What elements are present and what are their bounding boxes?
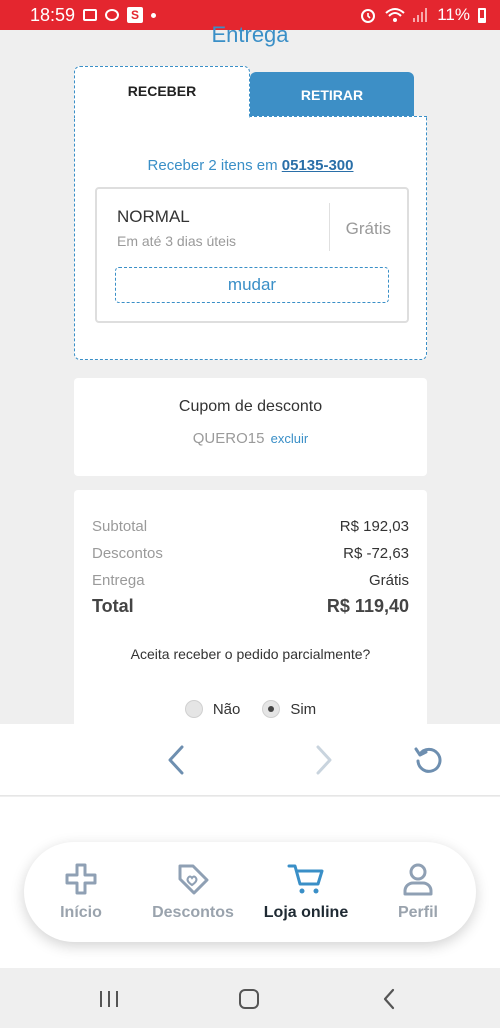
total-label: Total bbox=[92, 596, 134, 616]
summary-label: Entrega bbox=[92, 572, 145, 589]
delivery-tab-panel: Receber 2 itens em 05135-300 NORMAL Em a… bbox=[74, 116, 427, 360]
order-summary-card: Subtotal R$ 192,03 Descontos R$ -72,63 E… bbox=[74, 490, 427, 724]
forward-button[interactable] bbox=[306, 742, 342, 778]
summary-value: R$ 192,03 bbox=[339, 518, 409, 535]
coupon-card: Cupom de desconto QUERO15 excluir bbox=[74, 378, 427, 476]
nav-perfil[interactable]: Perfil bbox=[363, 862, 473, 922]
nav-label: Início bbox=[60, 904, 102, 921]
tag-heart-icon bbox=[178, 864, 209, 895]
summary-row-discounts: Descontos R$ -72,63 bbox=[92, 545, 409, 562]
shipping-option-price: Grátis bbox=[345, 219, 391, 238]
shipping-option-divider bbox=[329, 203, 330, 251]
nav-inicio[interactable]: Início bbox=[26, 862, 136, 922]
nav-loja-online[interactable]: Loja online bbox=[251, 862, 361, 922]
recent-apps-icon bbox=[100, 991, 118, 1007]
wifi-icon bbox=[385, 8, 405, 22]
system-back-icon bbox=[383, 988, 395, 1010]
summary-value: Grátis bbox=[368, 572, 409, 589]
summary-value: R$ -72,63 bbox=[343, 545, 409, 562]
chevron-right-icon bbox=[316, 745, 332, 775]
nav-descontos[interactable]: Descontos bbox=[138, 862, 248, 922]
nav-label: Perfil bbox=[397, 904, 438, 921]
recent-apps-button[interactable] bbox=[94, 986, 124, 1012]
radio-sim[interactable] bbox=[262, 700, 281, 718]
reload-button[interactable] bbox=[410, 742, 446, 778]
tab-retirar[interactable]: RETIRAR bbox=[250, 72, 414, 118]
radio-nao[interactable] bbox=[184, 700, 203, 718]
page-title: Entrega bbox=[211, 22, 289, 47]
summary-label: Subtotal bbox=[92, 518, 148, 535]
user-icon bbox=[403, 863, 433, 896]
remove-coupon-link[interactable]: excluir bbox=[271, 431, 309, 446]
android-nav-bar bbox=[0, 968, 500, 1028]
browser-nav-bar bbox=[0, 724, 500, 796]
gallery-notification-icon bbox=[83, 9, 98, 21]
summary-label: Descontos bbox=[92, 545, 163, 562]
summary-row-subtotal: Subtotal R$ 192,03 bbox=[92, 518, 409, 535]
reload-icon bbox=[414, 747, 442, 773]
coupon-title: Cupom de desconto bbox=[178, 398, 323, 415]
coupon-code: QUERO15 bbox=[192, 430, 265, 447]
cep-link[interactable]: 05135-300 bbox=[282, 157, 354, 174]
signal-icon bbox=[413, 8, 428, 22]
app-s-notification-icon: S bbox=[127, 7, 144, 23]
plus-cross-icon bbox=[65, 863, 97, 895]
app-bottom-nav: Início Descontos Loja online Perfil bbox=[24, 842, 476, 942]
partial-delivery-options: Não Sim bbox=[74, 700, 427, 718]
app-nav-area: Início Descontos Loja online Perfil bbox=[0, 797, 500, 968]
summary-row-delivery: Entrega Grátis bbox=[92, 572, 409, 589]
shield-notification-icon bbox=[105, 9, 120, 21]
nav-label: Descontos bbox=[152, 904, 234, 921]
shipping-option[interactable]: NORMAL Em até 3 dias úteis Grátis mudar bbox=[95, 187, 409, 323]
summary-row-total: Total R$ 119,40 bbox=[92, 596, 409, 617]
tab-receber[interactable]: RECEBER bbox=[74, 66, 250, 118]
radio-label-sim: Sim bbox=[290, 700, 317, 718]
home-button[interactable] bbox=[234, 986, 264, 1012]
shipping-option-name: NORMAL bbox=[117, 207, 190, 226]
delivery-card: RECEBER RETIRAR Receber 2 itens em 05135… bbox=[74, 66, 427, 360]
more-notifications-dot-icon bbox=[151, 12, 157, 18]
partial-delivery-question: Aceita receber o pedido parcialmente? bbox=[130, 646, 371, 662]
cart-icon bbox=[287, 864, 324, 894]
radio-label-nao: Não bbox=[212, 700, 241, 718]
nav-label: Loja online bbox=[263, 904, 349, 921]
chevron-left-icon bbox=[168, 745, 184, 775]
partial-option-nao[interactable]: Não bbox=[184, 700, 241, 718]
back-button[interactable] bbox=[158, 742, 194, 778]
home-icon bbox=[239, 989, 259, 1009]
coupon-line: QUERO15 excluir bbox=[74, 430, 427, 447]
receive-items-line: Receber 2 itens em 05135-300 bbox=[75, 157, 426, 174]
receive-items-text: Receber 2 itens em bbox=[147, 157, 282, 174]
system-back-button[interactable] bbox=[374, 986, 404, 1012]
total-value: R$ 119,40 bbox=[326, 596, 409, 616]
shipping-option-eta: Em até 3 dias úteis bbox=[117, 233, 237, 249]
change-shipping-button[interactable]: mudar bbox=[115, 267, 389, 303]
battery-icon bbox=[478, 7, 486, 23]
partial-option-sim[interactable]: Sim bbox=[262, 700, 316, 718]
